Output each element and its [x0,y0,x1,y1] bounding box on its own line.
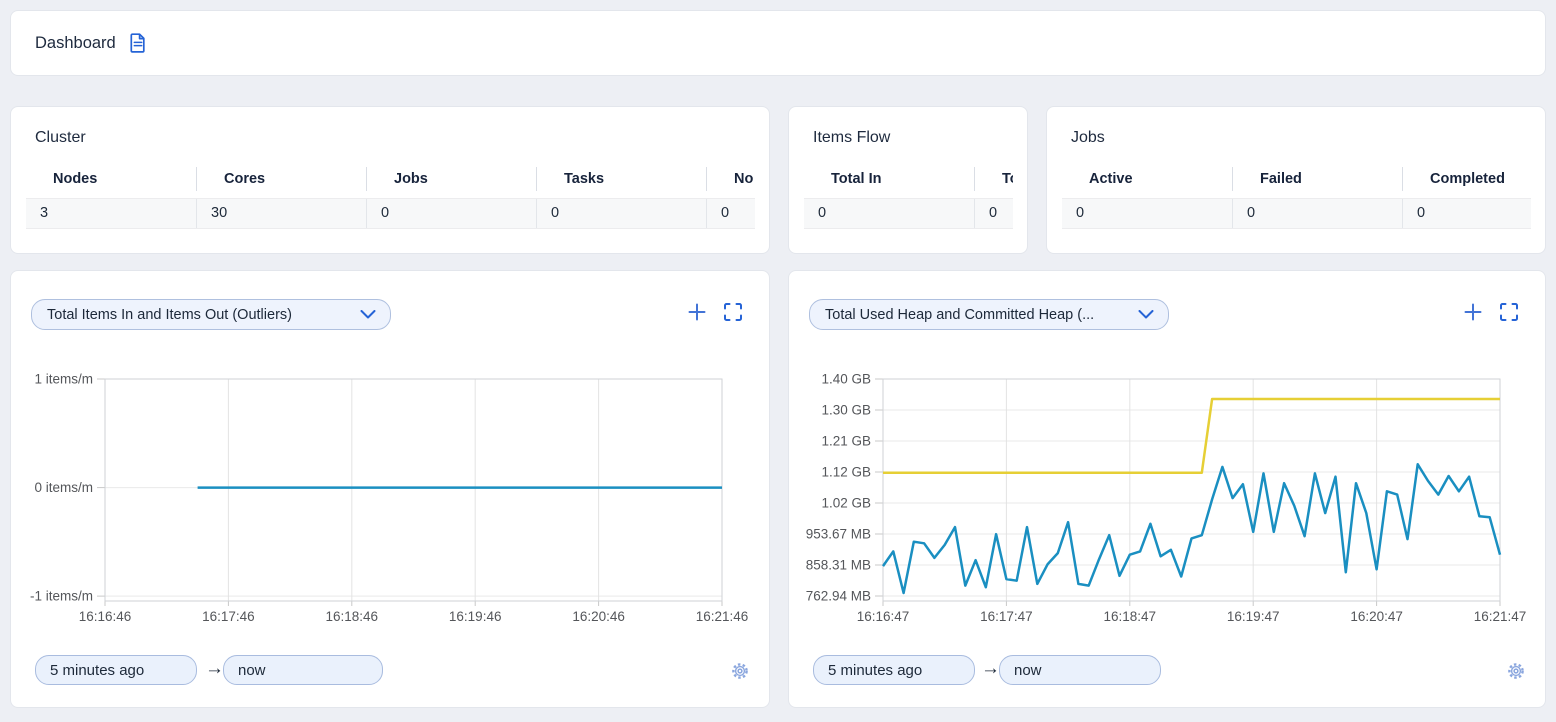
items-flow-card-title: Items Flow [813,129,890,147]
stat-value: 0 [366,199,536,228]
column-header: Jobs [366,167,536,191]
svg-text:16:19:46: 16:19:46 [449,609,502,624]
svg-text:-1 items/m: -1 items/m [30,589,93,604]
cluster-stat-header: Nodes Cores Jobs Tasks No [26,167,755,191]
svg-text:1.40 GB: 1.40 GB [821,372,871,387]
column-header: Total Out [974,167,1013,191]
stat-value: 0 [706,199,755,228]
svg-text:0 items/m: 0 items/m [34,480,93,495]
stat-value: 0 [974,199,1013,228]
svg-text:1 items/m: 1 items/m [34,372,93,387]
expand-chart-button[interactable] [1498,301,1520,323]
stat-value: 0 [804,199,974,228]
heap-metric-selector[interactable]: Total Used Heap and Committed Heap (... [809,299,1169,330]
svg-text:16:18:46: 16:18:46 [326,609,379,624]
column-header: Active [1062,167,1232,191]
stat-value: 0 [1062,199,1232,228]
items-chart-plot[interactable]: 1 items/m 0 items/m -1 items/m 16:16:46 16:1… [11,356,755,636]
svg-text:16:17:46: 16:17:46 [202,609,255,624]
svg-text:762.94 MB: 762.94 MB [806,589,871,604]
stat-value: 3 [26,199,196,228]
svg-text:16:19:47: 16:19:47 [1227,609,1280,624]
heap-chart-plot[interactable]: 1.40 GB 1.30 GB 1.21 GB 1.12 GB 1.02 GB 953.6… [789,356,1533,636]
time-to-input[interactable] [999,655,1161,685]
column-header: Completed [1402,167,1531,191]
cluster-card-title: Cluster [35,129,86,147]
jobs-card: Jobs Active Failed Completed 0 0 0 [1046,106,1546,254]
top-bar: Dashboard [10,10,1546,76]
stat-value: 0 [1232,199,1402,228]
heap-chart-card: Total Used Heap and Committed Heap (... … [788,270,1546,708]
svg-text:16:16:47: 16:16:47 [857,609,910,624]
jobs-stat-header: Active Failed Completed [1062,167,1531,191]
cluster-stat-values: 3 30 0 0 0 [26,198,755,229]
svg-text:16:21:46: 16:21:46 [696,609,749,624]
column-header: Tasks [536,167,706,191]
jobs-stat-table: Active Failed Completed 0 0 0 [1062,167,1531,229]
svg-text:16:21:47: 16:21:47 [1474,609,1527,624]
cluster-stat-table: Nodes Cores Jobs Tasks No 3 30 0 0 0 [26,167,755,229]
time-from-input[interactable] [813,655,975,685]
svg-text:1.21 GB: 1.21 GB [821,434,871,449]
stat-value: 0 [1402,199,1531,228]
time-to-input[interactable] [223,655,383,685]
time-range-arrow: → [205,658,224,680]
page-title: Dashboard [35,34,116,53]
time-range-arrow: → [981,658,1000,680]
items-flow-stat-values: 0 0 [804,198,1013,229]
svg-text:16:16:46: 16:16:46 [79,609,132,624]
svg-text:858.31 MB: 858.31 MB [806,558,871,573]
time-from-input[interactable] [35,655,197,685]
document-icon[interactable] [129,33,147,53]
items-flow-card: Items Flow Total In Total Out 0 0 [788,106,1028,254]
svg-text:16:17:47: 16:17:47 [980,609,1033,624]
settings-icon[interactable] [729,660,751,682]
items-flow-stat-table: Total In Total Out 0 0 [804,167,1013,229]
column-header: No [706,167,755,191]
column-header: Total In [804,167,974,191]
settings-icon[interactable] [1505,660,1527,682]
column-header: Failed [1232,167,1402,191]
jobs-stat-values: 0 0 0 [1062,198,1531,229]
expand-chart-button[interactable] [722,301,744,323]
add-chart-button[interactable] [1462,301,1484,323]
svg-text:1.30 GB: 1.30 GB [821,403,871,418]
svg-text:1.02 GB: 1.02 GB [821,496,871,511]
chevron-down-icon [1138,310,1154,319]
svg-text:16:20:46: 16:20:46 [572,609,625,624]
chevron-down-icon [360,310,376,319]
jobs-card-title: Jobs [1071,129,1105,147]
items-flow-stat-header: Total In Total Out [804,167,1013,191]
items-metric-selector-label: Total Items In and Items Out (Outliers) [47,307,292,323]
cluster-card: Cluster Nodes Cores Jobs Tasks No 3 30 0… [10,106,770,254]
svg-text:953.67 MB: 953.67 MB [806,527,871,542]
items-chart-card: Total Items In and Items Out (Outliers) … [10,270,770,708]
heap-metric-selector-label: Total Used Heap and Committed Heap (... [825,307,1094,323]
column-header: Nodes [26,167,196,191]
svg-text:1.12 GB: 1.12 GB [821,465,871,480]
stat-value: 30 [196,199,366,228]
dashboard-page: Dashboard Cluster Nodes Cores Jobs Tasks… [0,0,1556,722]
svg-text:16:20:47: 16:20:47 [1350,609,1403,624]
add-chart-button[interactable] [686,301,708,323]
stat-value: 0 [536,199,706,228]
items-metric-selector[interactable]: Total Items In and Items Out (Outliers) [31,299,391,330]
column-header: Cores [196,167,366,191]
svg-text:16:18:47: 16:18:47 [1104,609,1157,624]
